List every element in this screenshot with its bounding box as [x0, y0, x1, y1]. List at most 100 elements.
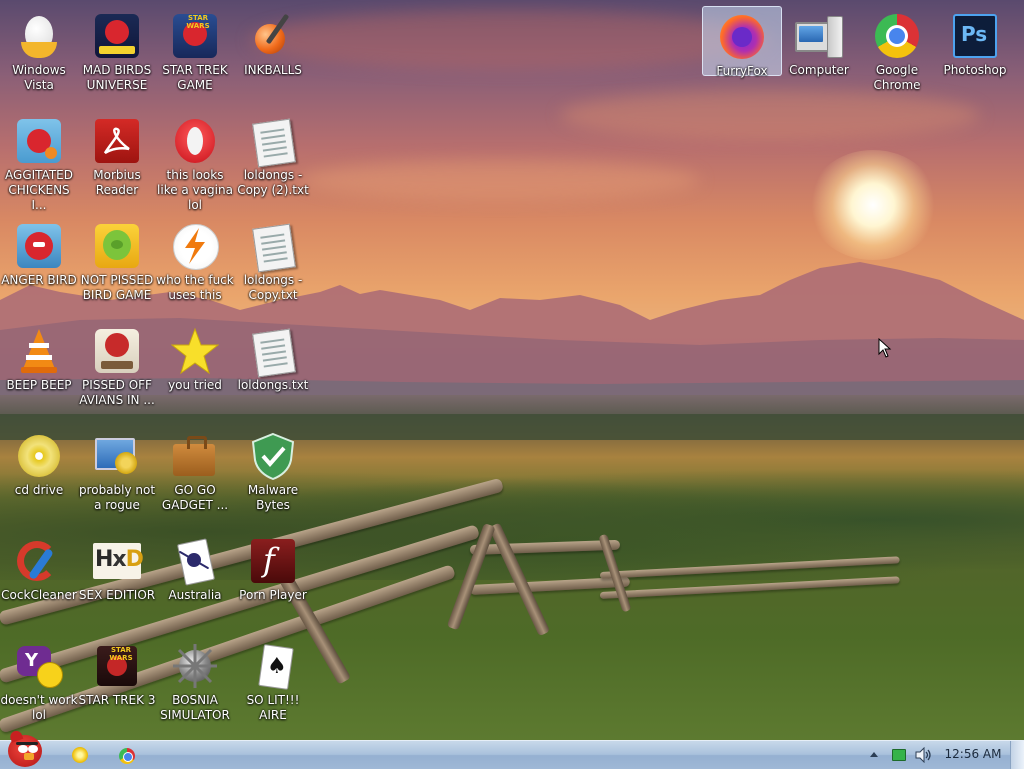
desktop-icon-windows-vista[interactable]: Windows Vista [0, 6, 78, 106]
desktop-icon-this-looks-like[interactable]: this looks like a vagina lol [156, 111, 234, 212]
icon-label: Windows Vista [12, 63, 66, 92]
hxd-editor-icon: HxD [93, 537, 144, 585]
show-desktop-button[interactable] [1010, 741, 1024, 769]
icon-label: loldongs - Copy (2).txt [237, 168, 309, 197]
computer-icon [795, 12, 843, 60]
desktop-icon-loldongs[interactable]: loldongs.txt [234, 321, 312, 421]
desktop-icon-loldongs-copy[interactable]: loldongs - Copy.txt [234, 216, 312, 316]
desktop-icon-inkballs[interactable]: INKBALLS [234, 6, 312, 106]
desktop-icon-sex-editior[interactable]: HxD SEX EDITIOR [78, 531, 156, 631]
desktop-icon-anger-bird[interactable]: ANGER BIRD [0, 216, 78, 316]
icon-label: Google Chrome [873, 63, 921, 92]
yahoo-messenger-icon: Y [15, 642, 63, 690]
taskbar: 12:56 AM [0, 729, 1024, 769]
desktop-icon-star-trek-game[interactable]: STAR WARS STAR TREK GAME [156, 6, 234, 106]
desktop-icon-furryfox[interactable]: FurryFox [702, 6, 782, 78]
desktop-icon-star-trek-3[interactable]: STAR WARS STAR TREK 3 [78, 636, 156, 736]
chrome-icon [119, 748, 135, 764]
angry-birds-space-icon [93, 12, 141, 60]
computer-settings-icon [93, 432, 141, 480]
briefcase-icon [171, 432, 219, 480]
desktop-icon-photoshop[interactable]: Ps Photoshop [936, 6, 1014, 106]
icon-label: probably not a rogue [78, 483, 156, 512]
icon-label: SEX EDITIOR [78, 588, 156, 602]
desktop-icon-computer[interactable]: Computer [780, 6, 858, 106]
icon-label: GO GO GADGET ... [161, 483, 229, 512]
icon-label: CockCleaner [1, 588, 77, 602]
photoshop-icon: Ps [951, 12, 999, 60]
taskbar-explorer-button[interactable] [62, 743, 98, 767]
taskbar-clock[interactable]: 12:56 AM [938, 747, 1008, 761]
spider-solitaire-icon [171, 537, 219, 586]
star-icon [170, 327, 220, 375]
icon-label: cd drive [14, 483, 64, 497]
angry-birds-icon [15, 117, 63, 165]
solitaire-icon: ♠ [249, 642, 297, 690]
icon-label: Australia [168, 588, 222, 602]
desktop-icon-google-chrome[interactable]: Google Chrome [858, 6, 936, 106]
start-button[interactable] [2, 729, 48, 769]
windows-vista-egg-icon [15, 12, 63, 60]
desktop-icon-not-pissed-bird-game[interactable]: NOT PISSED BIRD GAME [78, 216, 156, 316]
icon-label: BOSNIA SIMULATOR [160, 693, 230, 722]
desktop-icon-who-uses-this[interactable]: who the fuck uses this [156, 216, 234, 316]
desktop-icon-morbius-reader[interactable]: Morbius Reader [78, 111, 156, 211]
acrobat-reader-icon [93, 117, 141, 165]
desktop-icon-probably-not-a-rogue[interactable]: probably not a rogue [78, 426, 156, 526]
avast-icon [171, 222, 219, 270]
text-file-icon [249, 327, 297, 378]
cd-drive-icon [15, 432, 63, 480]
desktop-icon-porn-player[interactable]: f Porn Player [234, 531, 312, 631]
firefox-icon [718, 13, 766, 61]
icon-label: loldongs - Copy.txt [243, 273, 303, 302]
desktop-icon-loldongs-copy-2[interactable]: loldongs - Copy (2).txt [234, 111, 312, 211]
icon-label: this looks like a vagina lol [157, 168, 233, 212]
angry-birds-star-wars-icon: STAR WARS [171, 12, 219, 60]
desktop-icon-beep-beep[interactable]: BEEP BEEP [0, 321, 78, 421]
text-file-icon [249, 222, 297, 273]
icon-label: STAR TREK GAME [162, 63, 228, 92]
icon-label: Computer [789, 63, 849, 77]
windows-explorer-icon [72, 747, 88, 763]
icon-label: doesn't work lol [0, 693, 78, 722]
ccleaner-icon [15, 537, 63, 585]
angry-bird-start-icon [4, 729, 46, 769]
desktop-icon-go-go-gadget[interactable]: GO GO GADGET ... [156, 426, 234, 526]
desktop-icon-bosnia-simulator[interactable]: BOSNIA SIMULATOR [156, 636, 234, 736]
desktop-icon-cd-drive[interactable]: cd drive [0, 426, 78, 526]
icon-label: FurryFox [716, 64, 768, 78]
icon-label: BEEP BEEP [6, 378, 72, 392]
icon-label: who the fuck uses this [156, 273, 234, 302]
desktop-icon-cockcleaner[interactable]: CockCleaner [0, 531, 78, 631]
desktop-icon-doesnt-work[interactable]: Y doesn't work lol [0, 636, 78, 736]
icon-label: PISSED OFF AVIANS IN ... [79, 378, 155, 407]
desktop-icon-aggitated-chickens[interactable]: AGGITATED CHICKENS I... [0, 111, 78, 212]
desktop-icon-you-tried[interactable]: you tried [156, 321, 234, 421]
text-file-icon [249, 117, 297, 168]
icon-label: ANGER BIRD [1, 273, 77, 287]
icon-label: MAD BIRDS UNIVERSE [82, 63, 152, 92]
star-wars-game-icon: STAR WARS [93, 642, 141, 690]
taskbar-chrome-button[interactable] [108, 743, 144, 767]
opera-icon [171, 117, 219, 165]
vlc-cone-icon [15, 327, 63, 375]
icon-label: you tried [168, 378, 222, 392]
icon-label: AGGITATED CHICKENS I... [5, 168, 73, 212]
icon-label: STAR TREK 3 [78, 693, 156, 707]
power-battery-icon[interactable] [892, 748, 906, 761]
desktop-icon-pissed-off-avians[interactable]: PISSED OFF AVIANS IN ... [78, 321, 156, 421]
inkball-icon [249, 12, 297, 60]
volume-icon[interactable] [914, 746, 932, 764]
mouse-pointer [878, 338, 892, 358]
desktop-icon-malware-bytes[interactable]: Malware Bytes [234, 426, 312, 526]
icon-label: INKBALLS [244, 63, 302, 77]
icon-label: Photoshop [943, 63, 1007, 77]
tray-expand-icon[interactable] [868, 747, 880, 761]
icon-label: NOT PISSED BIRD GAME [80, 273, 154, 302]
icon-label: loldongs.txt [237, 378, 309, 392]
desktop-icon-australia[interactable]: Australia [156, 531, 234, 631]
desktop-icon-mad-birds-universe[interactable]: MAD BIRDS UNIVERSE [78, 6, 156, 106]
desktop-icon-so-lit-aire[interactable]: ♠ SO LIT!!! AIRE [234, 636, 312, 736]
angry-birds-seasons-icon [93, 327, 141, 375]
minesweeper-icon [171, 642, 219, 690]
